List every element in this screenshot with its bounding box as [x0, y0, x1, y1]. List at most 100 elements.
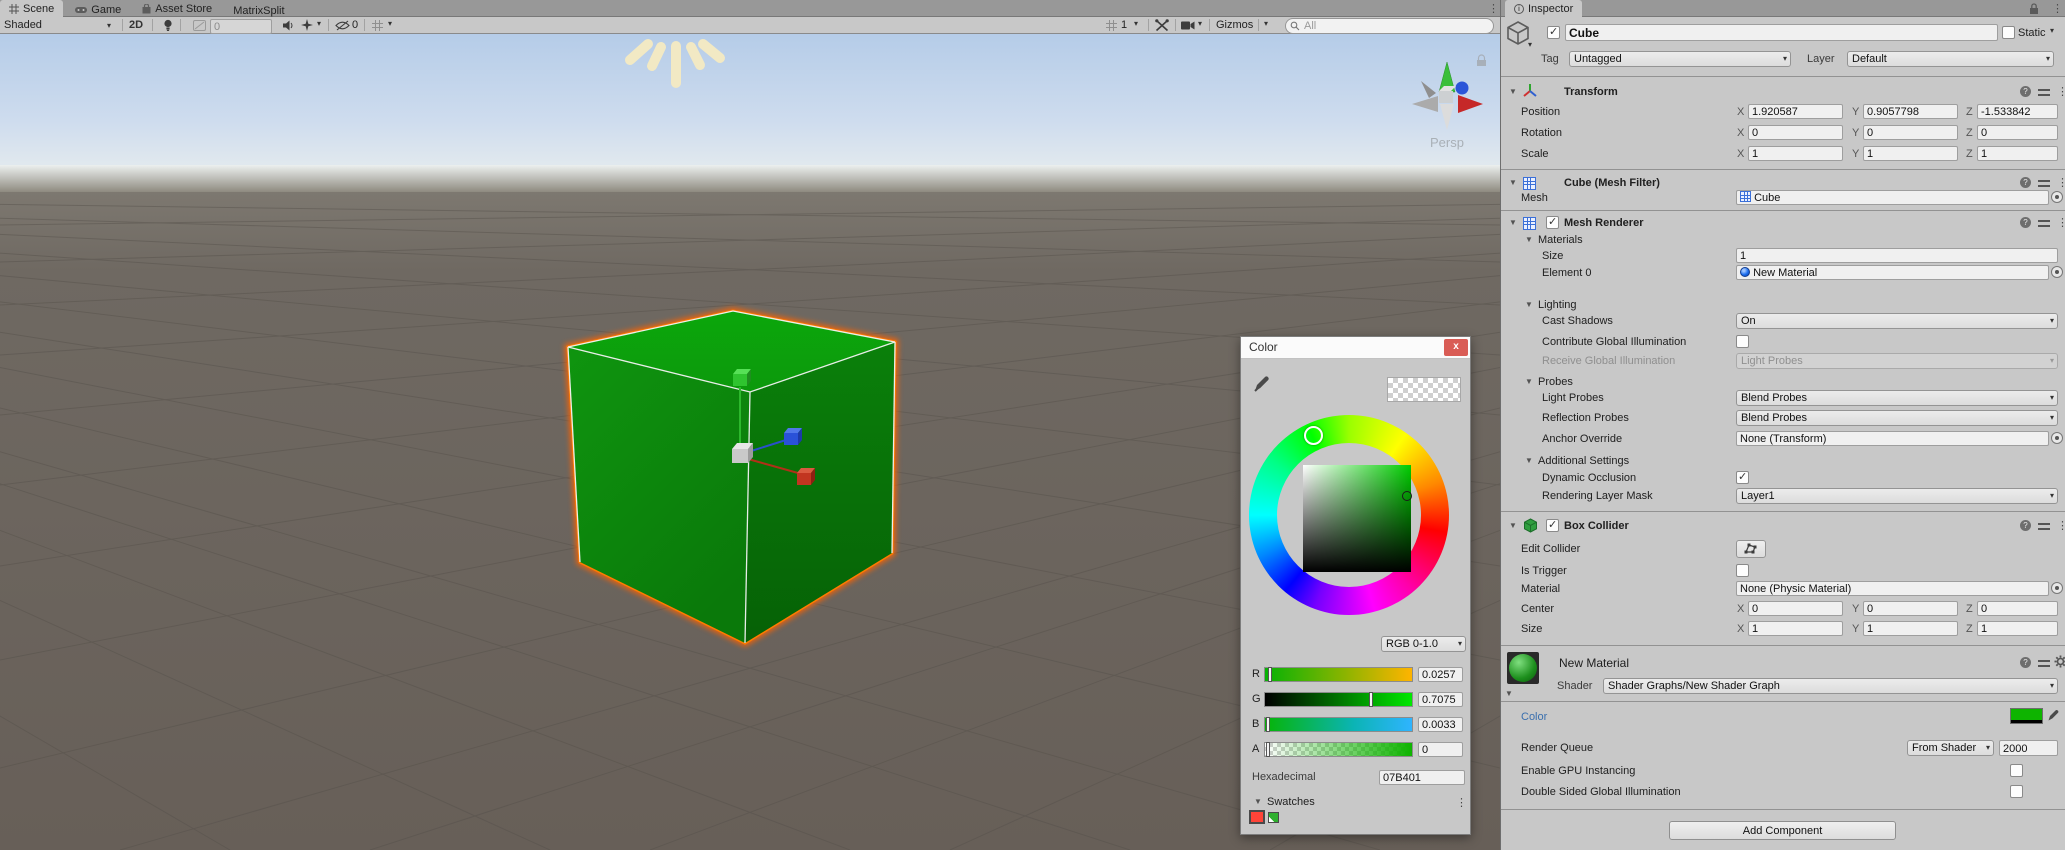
meshfilter-menu-icon[interactable]	[2057, 176, 2065, 189]
slider-a-track[interactable]	[1264, 742, 1413, 757]
meshfilter-foldout-icon[interactable]: ▼	[1509, 175, 1517, 191]
hue-marker[interactable]	[1304, 426, 1323, 445]
boxcollider-menu-icon[interactable]	[2057, 519, 2065, 532]
position-z-field[interactable]: -1.533842	[1977, 104, 2058, 119]
meshfilter-help-icon[interactable]	[2020, 177, 2031, 188]
rendering-layer-mask-dropdown[interactable]: Layer1	[1736, 488, 2058, 504]
snap-value[interactable]: 1	[1121, 17, 1127, 33]
gpu-instancing-checkbox[interactable]	[2010, 764, 2023, 777]
swatch-green[interactable]	[1268, 812, 1279, 823]
audio-toggle-icon[interactable]	[283, 20, 294, 31]
slider-r-track[interactable]	[1264, 667, 1413, 682]
swatches-foldout-icon[interactable]: ▼	[1254, 794, 1262, 810]
material-gear-icon[interactable]	[2054, 655, 2065, 668]
tab-game[interactable]: Game	[66, 1, 130, 18]
element0-field[interactable]: New Material	[1736, 265, 2049, 280]
probes-foldout-icon[interactable]: ▼	[1525, 374, 1533, 390]
color-window-titlebar[interactable]: Color x	[1241, 337, 1470, 359]
rotation-z-field[interactable]: 0	[1977, 125, 2058, 140]
scale-x-field[interactable]: 1	[1748, 146, 1843, 161]
slider-g-value[interactable]: 0.7075	[1418, 692, 1463, 707]
materials-size-field[interactable]: 1	[1736, 248, 2058, 263]
gameobject-name-field[interactable]: Cube	[1565, 24, 1998, 41]
grid-dropdown-icon[interactable]: ▾	[388, 19, 392, 28]
collider-center-y-field[interactable]: 0	[1863, 601, 1958, 616]
effects-toggle-icon[interactable]	[301, 19, 313, 31]
gizmo-center-cube[interactable]	[1439, 91, 1453, 103]
meshrenderer-title[interactable]: Mesh Renderer	[1564, 215, 1643, 231]
rotation-y-field[interactable]: 0	[1863, 125, 1958, 140]
transform-menu-icon[interactable]	[2057, 85, 2065, 98]
collider-size-x-field[interactable]: 1	[1748, 621, 1843, 636]
eyedropper-icon[interactable]	[1253, 375, 1271, 393]
meshfilter-presets-icon[interactable]	[2038, 178, 2050, 188]
boxcollider-enabled-checkbox[interactable]	[1546, 519, 1559, 532]
meshfilter-title[interactable]: Cube (Mesh Filter)	[1564, 175, 1660, 191]
cast-shadows-dropdown[interactable]: On	[1736, 313, 2058, 329]
material-color-swatch[interactable]	[2010, 708, 2043, 724]
edit-collider-button[interactable]	[1736, 540, 1766, 558]
gameobject-icon-dropdown[interactable]: ▾	[1528, 40, 1532, 49]
boxcollider-help-icon[interactable]	[2020, 520, 2031, 531]
anchor-override-field[interactable]: None (Transform)	[1736, 431, 2049, 446]
material-name[interactable]: New Material	[1559, 655, 1629, 671]
scene-search-input[interactable]: All	[1285, 18, 1494, 34]
tab-asset-store[interactable]: Asset Store	[133, 0, 221, 17]
add-component-button[interactable]: Add Component	[1669, 821, 1896, 840]
light-probes-dropdown[interactable]: Blend Probes	[1736, 390, 2058, 406]
scene-visibility-icon[interactable]	[335, 20, 350, 31]
axis-z-cone[interactable]	[1456, 82, 1469, 95]
probes-label[interactable]: Probes	[1538, 374, 1573, 390]
render-queue-value-field[interactable]: 2000	[1999, 740, 2058, 756]
slider-a-value[interactable]: 0	[1418, 742, 1463, 757]
effects-dropdown-icon[interactable]: ▾	[317, 19, 321, 28]
boxcollider-presets-icon[interactable]	[2038, 521, 2050, 531]
scale-handle-x[interactable]	[797, 468, 815, 485]
projection-label[interactable]: Persp	[1430, 135, 1464, 150]
meshrenderer-foldout-icon[interactable]: ▼	[1509, 215, 1517, 231]
static-checkbox[interactable]	[2002, 26, 2015, 39]
lock-icon[interactable]	[2029, 3, 2039, 15]
boxcollider-foldout-icon[interactable]: ▼	[1509, 518, 1517, 534]
scale-y-field[interactable]: 1	[1863, 146, 1958, 161]
transform-title[interactable]: Transform	[1564, 84, 1618, 100]
scale-handle-y[interactable]	[733, 369, 751, 386]
double-sided-gi-checkbox[interactable]	[2010, 785, 2023, 798]
slider-g-track[interactable]	[1264, 692, 1413, 707]
meshrenderer-menu-icon[interactable]	[2057, 216, 2065, 229]
tab-scene[interactable]: Scene	[0, 0, 63, 17]
contribute-gi-checkbox[interactable]	[1736, 335, 1749, 348]
swatches-label[interactable]: Swatches	[1267, 794, 1315, 810]
anchor-object-picker[interactable]	[2051, 432, 2063, 444]
static-dropdown-icon[interactable]: ▾	[2050, 26, 2054, 35]
shader-dropdown[interactable]: Shader Graphs/New Shader Graph	[1603, 678, 2058, 694]
materials-foldout-icon[interactable]: ▼	[1525, 232, 1533, 248]
shading-mode-dropdown[interactable]: Shaded ▾	[4, 17, 42, 33]
mesh-object-picker[interactable]	[2051, 191, 2063, 203]
tab-inspector[interactable]: i Inspector	[1505, 0, 1582, 17]
scale-handle-center[interactable]	[732, 443, 753, 463]
position-y-field[interactable]: 0.9057798	[1863, 104, 1958, 119]
tools-icon[interactable]	[1155, 19, 1169, 32]
material-foldout-icon[interactable]: ▼	[1505, 686, 1513, 702]
meshrenderer-help-icon[interactable]	[2020, 217, 2031, 228]
collider-center-z-field[interactable]: 0	[1977, 601, 2058, 616]
is-trigger-checkbox[interactable]	[1736, 564, 1749, 577]
scene-tabbar-menu-icon[interactable]	[1488, 2, 1498, 15]
collider-center-x-field[interactable]: 0	[1748, 601, 1843, 616]
gizmos-dropdown-icon[interactable]: ▾	[1264, 19, 1268, 28]
material-color-label[interactable]: Color	[1521, 709, 1547, 725]
layer-dropdown[interactable]: Default	[1847, 51, 2054, 67]
meshrenderer-presets-icon[interactable]	[2038, 218, 2050, 228]
position-x-field[interactable]: 1.920587	[1748, 104, 1843, 119]
transform-presets-icon[interactable]	[2038, 87, 2050, 97]
transform-foldout-icon[interactable]: ▼	[1509, 84, 1517, 100]
tag-dropdown[interactable]: Untagged	[1569, 51, 1791, 67]
render-queue-mode-dropdown[interactable]: From Shader	[1907, 740, 1994, 756]
dynamic-occlusion-checkbox[interactable]	[1736, 471, 1749, 484]
physic-material-field[interactable]: None (Physic Material)	[1736, 581, 2049, 596]
element0-object-picker[interactable]	[2051, 266, 2063, 278]
toggle-2d-button[interactable]: 2D	[129, 17, 143, 33]
lighting-foldout-icon[interactable]: ▼	[1525, 297, 1533, 313]
camera-icon[interactable]	[1181, 21, 1195, 30]
